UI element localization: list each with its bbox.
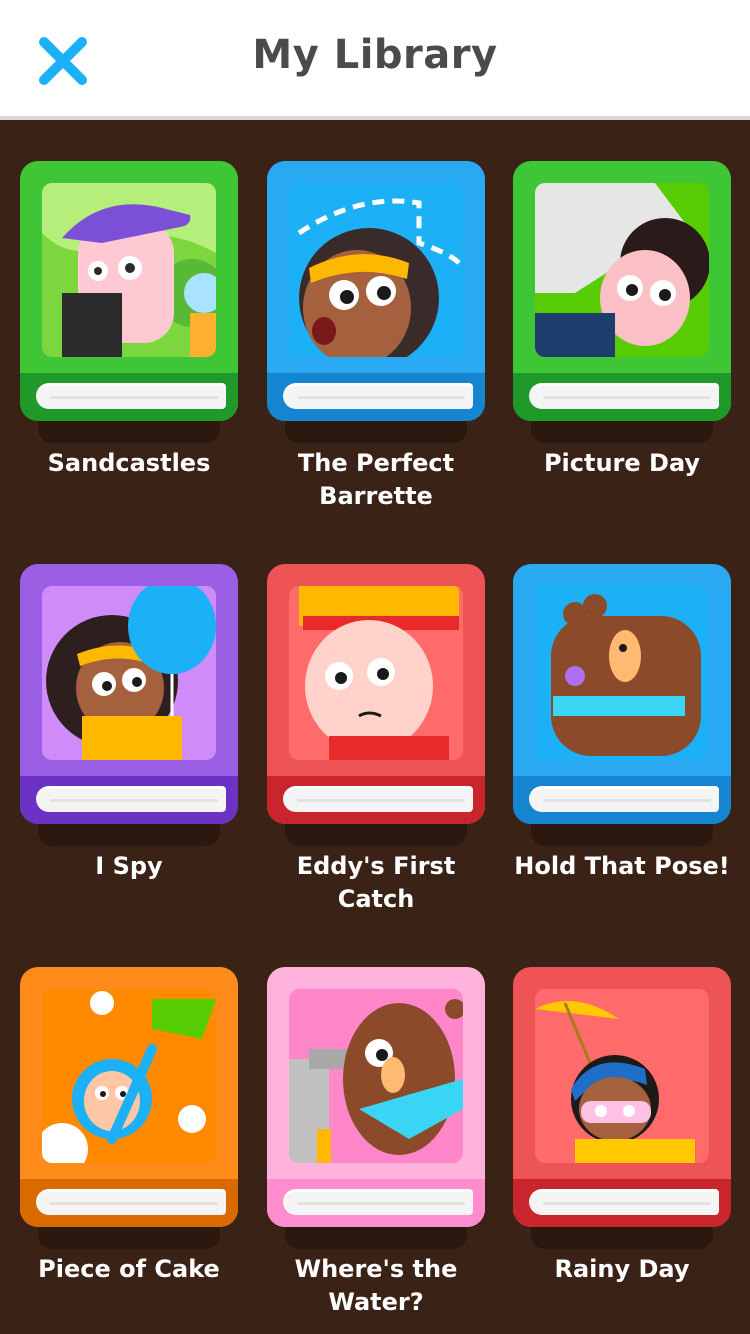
book-pages [36,786,226,812]
book-pages [529,1189,719,1215]
book-pages [283,383,473,409]
book-title: Picture Day [543,449,701,477]
book-pages [36,1189,226,1215]
book-title: Hold That Pose! [514,852,730,880]
book-cover-art [42,989,216,1163]
book-title: The Perfect Barrette [297,449,455,510]
book-cover-art [535,989,709,1163]
book-cover-art [535,586,709,760]
book-pages [529,786,719,812]
book-cover-art [289,586,463,760]
book-title: Sandcastles [47,449,211,477]
book-cover-art [289,183,463,357]
book-pages [529,383,719,409]
book-pages [36,383,226,409]
book-title: Piece of Cake [38,1255,220,1283]
book-cover-art [42,586,216,760]
book-title: Where's the Water? [294,1255,458,1316]
book-pages [283,1189,473,1215]
book-cover-art [289,989,463,1163]
book-title: I Spy [95,852,163,880]
book-cover-art [42,183,216,357]
header-bar: My Library [0,0,750,120]
book-title: Rainy Day [554,1255,690,1283]
book-pages [283,786,473,812]
page-title: My Library [252,32,498,78]
book-cover-art [535,183,709,357]
book-title: Eddy's First Catch [296,852,456,913]
